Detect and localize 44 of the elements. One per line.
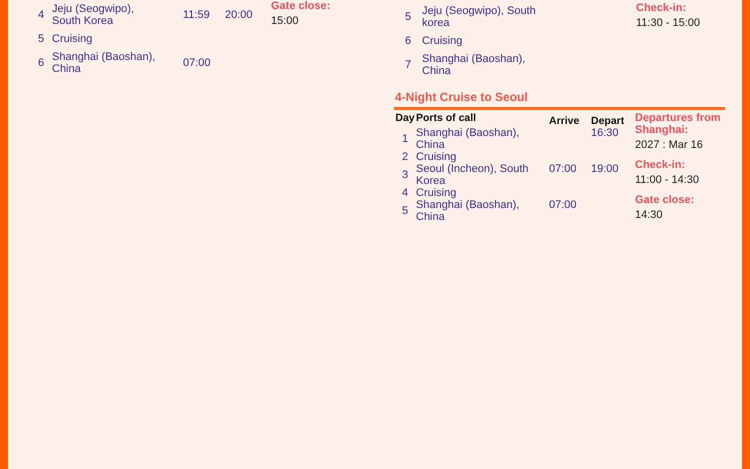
info-value: 15:00 (271, 15, 300, 27)
day-number: 1 (400, 133, 410, 145)
column-header: Ports of call (416, 112, 478, 124)
day-number: 2 (400, 151, 410, 163)
port-name: Jeju (Seogwipo), South Korea (52, 2, 135, 29)
info-label: Gate close: (271, 0, 332, 12)
port-name: Shanghai (Baoshan), China (416, 127, 520, 151)
day-number: 5 (404, 10, 412, 25)
info-label: Departures from Shanghai: (635, 112, 722, 136)
day-number: 4 (400, 187, 410, 199)
port-name: Cruising (422, 34, 464, 49)
info-value: 2027 : Mar 16 (635, 139, 704, 151)
day-number: 5 (36, 32, 46, 47)
port-name: Shanghai (Baoshan), China (422, 52, 526, 79)
info-label: Check-in: (636, 2, 688, 14)
port-name: Seoul (Incheon), South Korea (416, 163, 530, 187)
port-name: Jeju (Seogwipo), South korea (422, 4, 537, 31)
section-title: 4-Night Cruise to Seoul (394, 90, 725, 110)
info-value: 11:00 - 14:30 (635, 174, 700, 186)
day-number: 4 (36, 8, 46, 23)
info-label: Gate close: (635, 194, 696, 206)
port-name: Shanghai (Baoshan), China (52, 50, 156, 77)
column-header: Arrive (549, 114, 580, 127)
arrival-time: 11:59 (183, 8, 211, 23)
arrival-time: 07:00 (549, 199, 578, 211)
port-name: Cruising (52, 32, 94, 47)
departure-time: 16:30 (591, 127, 620, 139)
day-number: 5 (400, 205, 410, 217)
info-label: Check-in: (635, 159, 686, 171)
column-header: Depart (591, 114, 626, 127)
info-value: 11:30 - 15:00 (636, 17, 702, 29)
info-value: 14:30 (635, 209, 664, 221)
arrival-time: 07:00 (549, 163, 578, 175)
arrival-time: 07:00 (183, 56, 212, 71)
day-number: 7 (404, 58, 412, 73)
port-name: Cruising (416, 187, 458, 199)
day-number: 3 (400, 169, 410, 181)
departure-time: 19:00 (591, 163, 620, 175)
departure-time: 20:00 (225, 8, 254, 23)
column-header: Day (394, 112, 416, 124)
port-name: Cruising (416, 151, 458, 163)
day-number: 6 (404, 34, 412, 49)
day-number: 6 (36, 56, 46, 71)
port-name: Shanghai (Baoshan), China (416, 199, 520, 223)
